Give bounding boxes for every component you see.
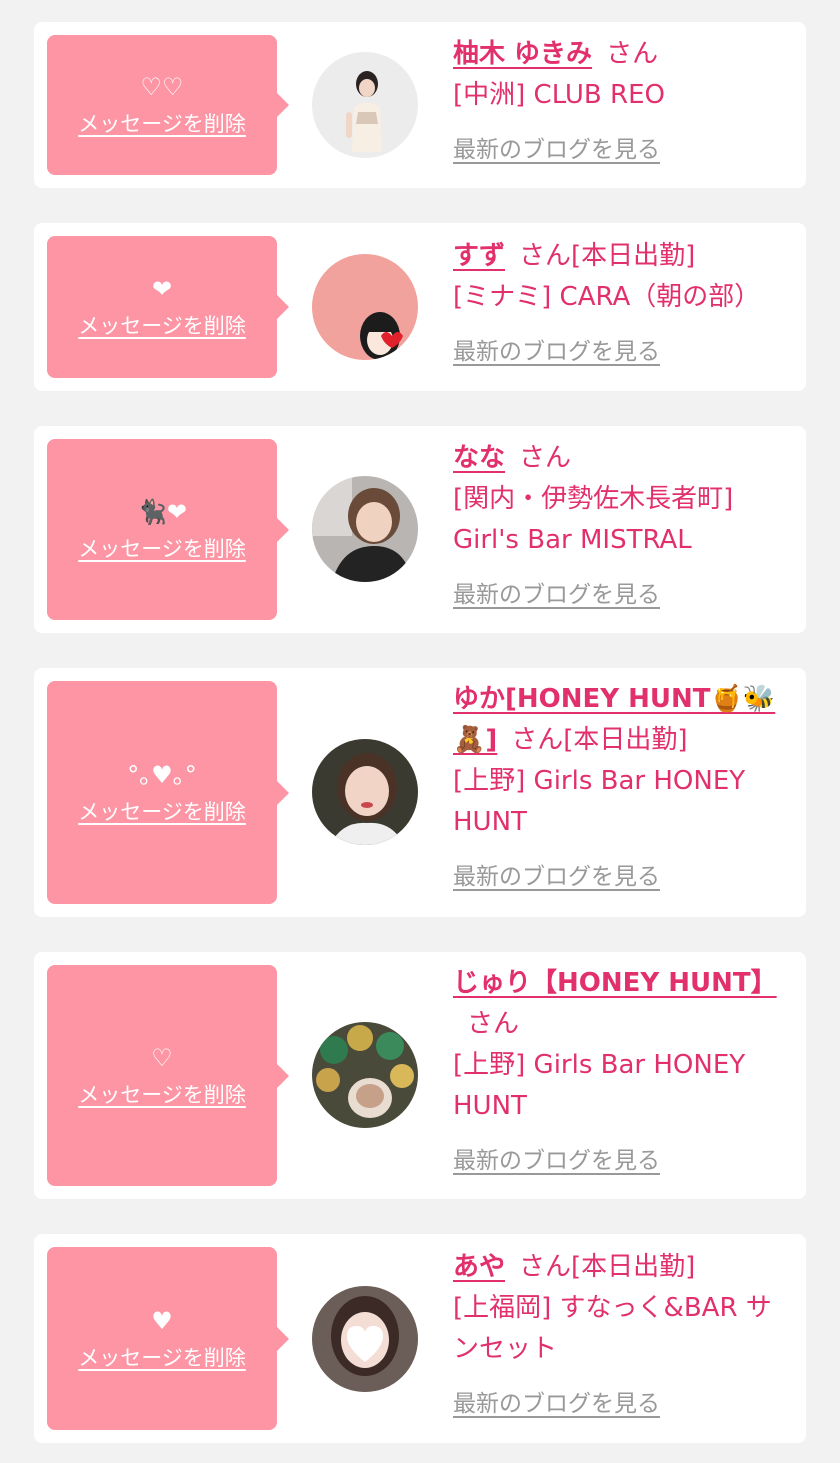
card-info: 柚木 ゆきみ さん [中洲] CLUB REO 最新のブログを見る: [453, 34, 783, 171]
card-info: じゅり【HONEY HUNT】さん [上野] Girls Bar HONEY H…: [453, 963, 783, 1182]
avatar[interactable]: [312, 1022, 418, 1128]
message-card: ♡♡ メッセージを削除 柚木 ゆきみ さん [中洲] CLUB REO 最新のブロ…: [34, 22, 806, 188]
shop-name: [ミナミ] CARA（朝の部）: [453, 282, 761, 312]
cast-name-link[interactable]: すず: [453, 241, 505, 271]
message-text: °｡♥｡°: [127, 760, 197, 789]
avatar[interactable]: [312, 1286, 418, 1392]
shop-name: [上福岡] すなっく&BAR サンセット: [453, 1293, 772, 1364]
delete-message-link[interactable]: メッセージを削除: [78, 108, 246, 138]
latest-blog-link[interactable]: 最新のブログを見る: [453, 575, 660, 616]
avatar[interactable]: [312, 476, 418, 582]
name-suffix: さん: [467, 1009, 520, 1039]
shop-name: [上野] Girls Bar HONEY HUNT: [453, 1050, 746, 1121]
delete-message-link[interactable]: メッセージを削除: [78, 1342, 246, 1372]
card-info: すず さん[本日出勤] [ミナミ] CARA（朝の部） 最新のブログを見る: [453, 236, 783, 373]
message-text: 🐈‍⬛❤: [137, 497, 187, 526]
cast-name-link[interactable]: 柚木 ゆきみ: [453, 39, 592, 69]
message-bubble: ♥ メッセージを削除: [47, 1247, 289, 1430]
shop-name: [上野] Girls Bar HONEY HUNT: [453, 766, 746, 837]
message-bubble: 🐈‍⬛❤ メッセージを削除: [47, 439, 289, 620]
message-text: ♡: [151, 1043, 173, 1072]
message-text: ❤: [151, 275, 173, 303]
message-bubble: ♡ メッセージを削除: [47, 965, 289, 1186]
name-suffix: さん: [606, 39, 659, 69]
message-card: ♥ メッセージを削除 あや さん[本日出勤] [上福岡] すなっく&BAR サンセ…: [34, 1234, 806, 1443]
delete-message-link[interactable]: メッセージを削除: [78, 796, 246, 826]
message-card: 🐈‍⬛❤ メッセージを削除 なな さん [関内・伊勢佐木長者町] Girl's B…: [34, 426, 806, 633]
shop-name: [関内・伊勢佐木長者町] Girl's Bar MISTRAL: [453, 484, 734, 555]
latest-blog-link[interactable]: 最新のブログを見る: [453, 332, 660, 373]
delete-message-link[interactable]: メッセージを削除: [78, 310, 246, 340]
card-info: ゆか[HONEY HUNT🍯🐝🧸] さん[本日出勤] [上野] Girls Bar…: [453, 679, 783, 898]
status-tag: [本日出勤]: [571, 241, 696, 271]
cast-name-link[interactable]: あや: [453, 1252, 505, 1282]
name-suffix: さん: [519, 443, 572, 473]
latest-blog-link[interactable]: 最新のブログを見る: [453, 130, 660, 171]
status-tag: [本日出勤]: [563, 725, 688, 755]
message-bubble: ♡♡ メッセージを削除: [47, 35, 289, 175]
message-card: ♡ メッセージを削除 じゅり【HONEY HUNT】さん [上野] Girls …: [34, 952, 806, 1199]
cast-name-link[interactable]: なな: [453, 443, 505, 473]
delete-message-link[interactable]: メッセージを削除: [78, 533, 246, 563]
message-card: ❤ メッセージを削除 すず さん[本日出勤] [ミナミ] CARA（朝の部） 最新…: [34, 223, 806, 391]
name-suffix: さん: [519, 241, 572, 271]
message-bubble: °｡♥｡° メッセージを削除: [47, 681, 289, 904]
status-tag: [本日出勤]: [571, 1252, 696, 1282]
message-text: ♥: [151, 1306, 173, 1335]
shop-name: [中洲] CLUB REO: [453, 80, 665, 110]
name-suffix: さん: [519, 1252, 572, 1282]
name-suffix: さん: [511, 725, 564, 755]
card-info: あや さん[本日出勤] [上福岡] すなっく&BAR サンセット 最新のブログを見…: [453, 1247, 783, 1425]
card-info: なな さん [関内・伊勢佐木長者町] Girl's Bar MISTRAL 最新の…: [453, 438, 783, 616]
avatar[interactable]: [312, 739, 418, 845]
latest-blog-link[interactable]: 最新のブログを見る: [453, 1384, 660, 1425]
avatar[interactable]: [312, 52, 418, 158]
message-bubble: ❤ メッセージを削除: [47, 236, 289, 378]
latest-blog-link[interactable]: 最新のブログを見る: [453, 857, 660, 898]
message-text: ♡♡: [140, 73, 184, 101]
latest-blog-link[interactable]: 最新のブログを見る: [453, 1141, 660, 1182]
delete-message-link[interactable]: メッセージを削除: [78, 1079, 246, 1109]
avatar[interactable]: [312, 254, 418, 360]
message-card: °｡♥｡° メッセージを削除 ゆか[HONEY HUNT🍯🐝🧸] さん[本日出勤]…: [34, 668, 806, 917]
cast-name-link[interactable]: じゅり【HONEY HUNT】: [453, 968, 777, 998]
